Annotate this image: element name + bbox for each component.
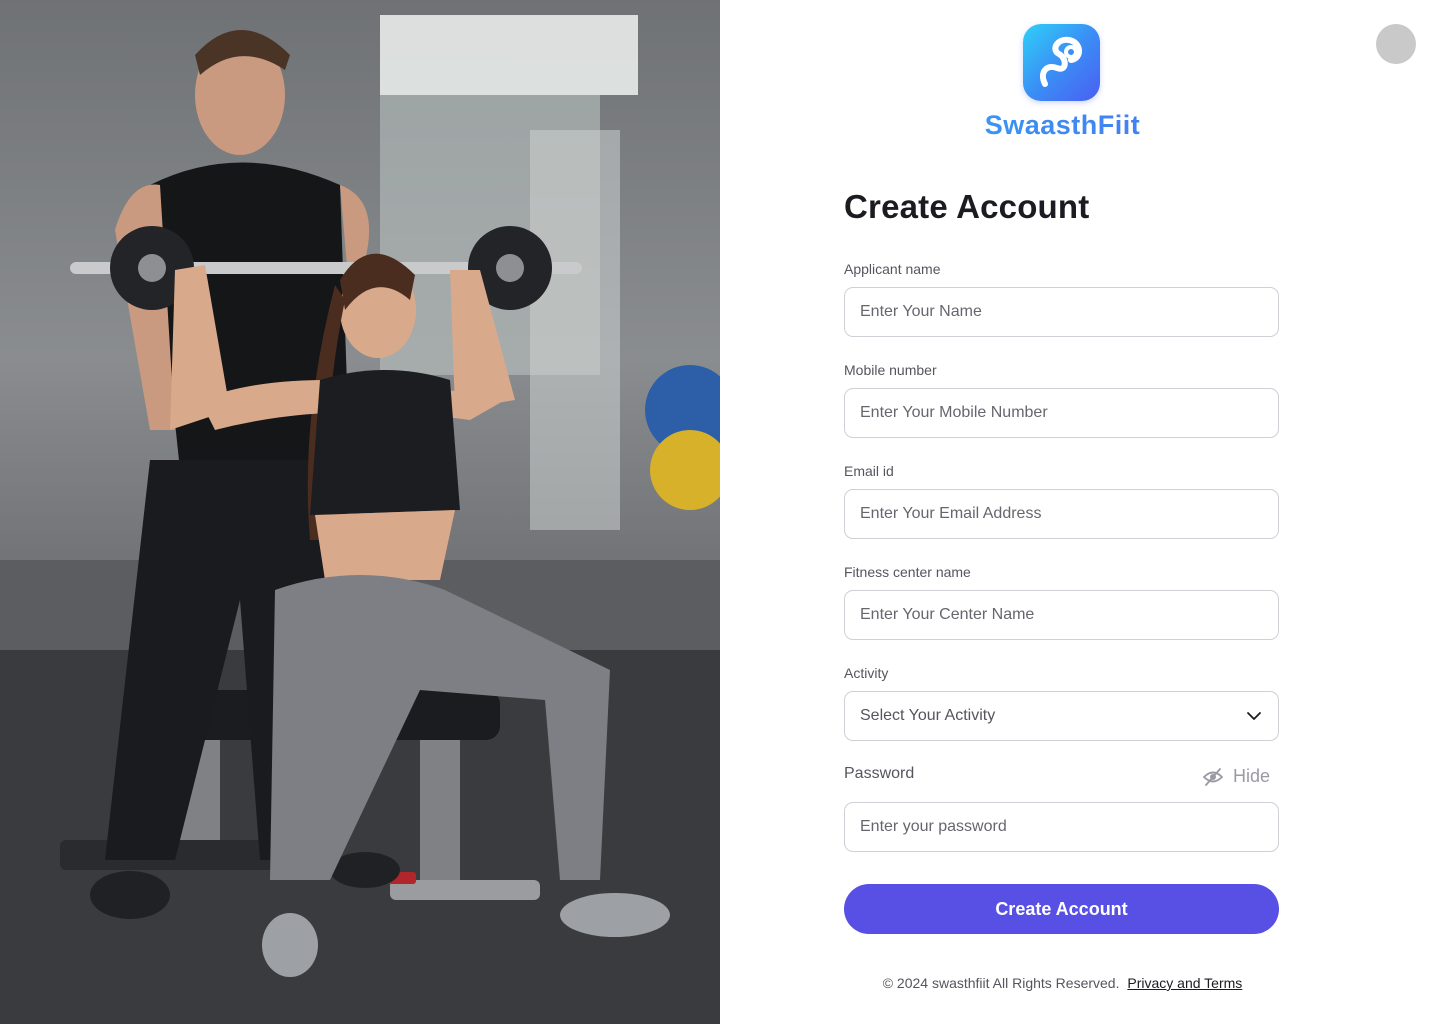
hero-image bbox=[0, 0, 720, 1024]
mobile-label: Mobile number bbox=[844, 362, 937, 378]
brand-name: SwaasthFiit bbox=[720, 110, 1405, 141]
copyright-text: © 2024 swasthfiit All Rights Reserved. bbox=[882, 975, 1120, 991]
password-visibility-toggle[interactable]: Hide bbox=[1202, 766, 1270, 787]
name-label: Applicant name bbox=[844, 261, 941, 277]
form-title: Create Account bbox=[844, 188, 1090, 225]
profile-avatar-icon[interactable] bbox=[1376, 24, 1416, 64]
footer: © 2024 swasthfiit All Rights Reserved. P… bbox=[720, 975, 1405, 991]
swaasthfiit-logo-icon bbox=[1023, 24, 1100, 101]
email-input[interactable] bbox=[844, 489, 1279, 539]
gym-illustration bbox=[0, 15, 720, 1024]
password-label: Password bbox=[844, 765, 915, 782]
create-account-button[interactable]: Create Account bbox=[844, 884, 1279, 934]
center-label: Fitness center name bbox=[844, 564, 971, 580]
chevron-down-icon bbox=[1247, 712, 1261, 720]
privacy-terms-link[interactable]: Privacy and Terms bbox=[1127, 975, 1242, 991]
eye-off-icon bbox=[1202, 767, 1223, 786]
activity-select-value: Select Your Activity bbox=[860, 707, 996, 724]
activity-label: Activity bbox=[844, 665, 889, 681]
hide-label: Hide bbox=[1232, 766, 1270, 786]
activity-select[interactable]: Select Your Activity bbox=[844, 691, 1279, 741]
mobile-input[interactable] bbox=[844, 388, 1279, 438]
create-account-form: Create Account Applicant name Mobile num… bbox=[844, 188, 1279, 934]
password-input[interactable] bbox=[844, 802, 1279, 852]
center-name-input[interactable] bbox=[844, 590, 1279, 640]
signup-panel: SwaasthFiit Create Account Applicant nam… bbox=[720, 0, 1440, 1024]
name-input[interactable] bbox=[844, 287, 1279, 337]
email-label: Email id bbox=[844, 463, 894, 479]
